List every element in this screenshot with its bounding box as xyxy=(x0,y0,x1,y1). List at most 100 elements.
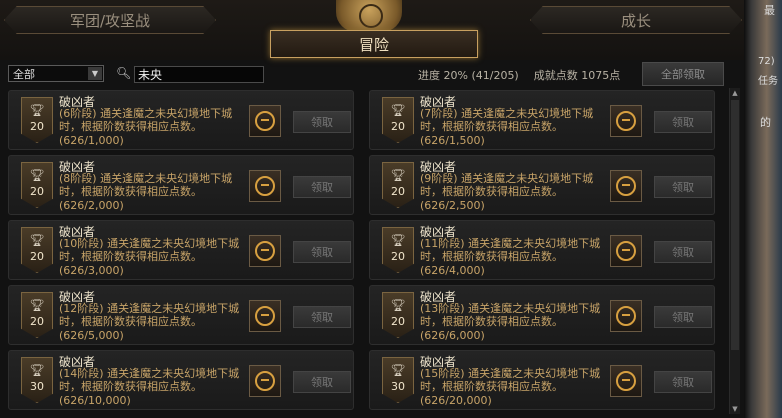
trophy-icon: 🏆︎ xyxy=(390,298,406,312)
claim-button[interactable]: 领取 xyxy=(293,111,351,133)
claim-button[interactable]: 领取 xyxy=(654,371,712,393)
claim-button[interactable]: 领取 xyxy=(293,306,351,328)
achievement-description: (13阶段) 通关逢魔之未央幻境地下城时，根据阶数获得相应点数。 xyxy=(420,302,601,328)
achievement-progress: (626/5,000) xyxy=(59,329,124,342)
achievement-points: 20 xyxy=(30,315,44,328)
search-input[interactable] xyxy=(134,66,264,83)
trophy-icon: 🏆︎ xyxy=(29,233,45,247)
tab-growth[interactable]: 成长 xyxy=(530,6,742,34)
achievement-points: 20 xyxy=(30,120,44,133)
achievement-progress: (626/10,000) xyxy=(59,394,131,407)
achievement-points: 30 xyxy=(391,380,405,393)
achievement-description: (6阶段) 通关逢魔之未央幻境地下城时，根据阶数获得相应点数。 xyxy=(59,107,233,133)
achievement-badge: 🏆︎ 20 xyxy=(382,227,414,273)
search-icon: 🔍︎ xyxy=(116,66,132,80)
achievement-badge: 🏆︎ 20 xyxy=(21,97,53,143)
achievement-description: (14阶段) 通关逢魔之未央幻境地下城时，根据阶数获得相应点数。 xyxy=(59,367,240,393)
claim-button[interactable]: 领取 xyxy=(654,241,712,263)
chevron-down-icon[interactable]: ▼ xyxy=(88,67,102,80)
reward-item-icon[interactable] xyxy=(610,105,642,137)
achievement-description: (8阶段) 通关逢魔之未央幻境地下城时，根据阶数获得相应点数。 xyxy=(59,172,233,198)
achievement-points: 20 xyxy=(391,185,405,198)
achievement-badge: 🏆︎ 20 xyxy=(382,292,414,338)
achievement-card: 🏆︎ 30 破凶者 (15阶段) 通关逢魔之未央幻境地下城时，根据阶数获得相应点数。(… xyxy=(369,350,715,410)
scroll-thumb[interactable] xyxy=(731,100,739,350)
background-text: 任务 xyxy=(758,76,778,87)
achievement-card: 🏆︎ 20 破凶者 (10阶段) 通关逢魔之未央幻境地下城时，根据阶数获得相应点数。(… xyxy=(8,220,354,280)
achievement-progress: (626/20,000) xyxy=(420,394,492,407)
achievement-progress: (626/4,000) xyxy=(420,264,485,277)
reward-item-icon[interactable] xyxy=(610,365,642,397)
achievement-card: 🏆︎ 20 破凶者 (12阶段) 通关逢魔之未央幻境地下城时，根据阶数获得相应点数。(… xyxy=(8,285,354,345)
progress-label: 进度 xyxy=(418,69,440,82)
achievement-description: (7阶段) 通关逢魔之未央幻境地下城时，根据阶数获得相应点数。 xyxy=(420,107,594,133)
reward-item-icon[interactable] xyxy=(249,365,281,397)
claim-button[interactable]: 领取 xyxy=(293,241,351,263)
progress-summary: 进度 20% (41/205) 成就点数 1075点 xyxy=(418,67,620,83)
achievement-badge: 🏆︎ 20 xyxy=(382,97,414,143)
achievement-card: 🏆︎ 30 破凶者 (14阶段) 通关逢魔之未央幻境地下城时，根据阶数获得相应点数。(… xyxy=(8,350,354,410)
achievement-card: 🏆︎ 20 破凶者 (11阶段) 通关逢魔之未央幻境地下城时，根据阶数获得相应点数。(… xyxy=(369,220,715,280)
reward-item-icon[interactable] xyxy=(249,105,281,137)
achievement-badge: 🏆︎ 20 xyxy=(21,227,53,273)
top-tab-bar: 军团/攻坚战 冒险 成长 xyxy=(0,0,744,60)
points-value: 1075点 xyxy=(581,69,621,82)
achievement-progress: (626/2,500) xyxy=(420,199,485,212)
scroll-down-icon[interactable]: ▼ xyxy=(730,404,740,414)
tab-legion-siege[interactable]: 军团/攻坚战 xyxy=(4,6,216,34)
achievement-card: 🏆︎ 20 破凶者 (8阶段) 通关逢魔之未央幻境地下城时，根据阶数获得相应点数。 (6… xyxy=(8,155,354,215)
achievement-points: 20 xyxy=(391,315,405,328)
achievement-points: 20 xyxy=(391,250,405,263)
scrollbar[interactable]: ▲ ▼ xyxy=(729,88,740,414)
game-background: 最 72) 任务 的 xyxy=(744,0,782,418)
achievement-points: 20 xyxy=(30,250,44,263)
achievement-badge: 🏆︎ 30 xyxy=(382,357,414,403)
claim-button[interactable]: 领取 xyxy=(293,176,351,198)
category-select[interactable]: 全部 ▼ xyxy=(8,65,104,82)
reward-item-icon[interactable] xyxy=(249,300,281,332)
reward-item-icon[interactable] xyxy=(249,170,281,202)
claim-button[interactable]: 领取 xyxy=(293,371,351,393)
achievement-badge: 🏆︎ 20 xyxy=(21,162,53,208)
achievement-progress: (626/1,500) xyxy=(420,134,485,147)
achievement-card: 🏆︎ 20 破凶者 (6阶段) 通关逢魔之未央幻境地下城时，根据阶数获得相应点数。 (6… xyxy=(8,90,354,150)
claim-button[interactable]: 领取 xyxy=(654,176,712,198)
achievement-points: 30 xyxy=(30,380,44,393)
reward-item-icon[interactable] xyxy=(249,235,281,267)
trophy-icon: 🏆︎ xyxy=(29,168,45,182)
trophy-icon: 🏆︎ xyxy=(390,103,406,117)
achievement-description: (10阶段) 通关逢魔之未央幻境地下城时，根据阶数获得相应点数。 xyxy=(59,237,240,263)
trophy-icon: 🏆︎ xyxy=(29,103,45,117)
trophy-icon: 🏆︎ xyxy=(29,298,45,312)
background-text: 最 xyxy=(764,4,775,17)
tab-adventure[interactable]: 冒险 xyxy=(270,30,478,58)
achievement-description: (9阶段) 通关逢魔之未央幻境地下城时，根据阶数获得相应点数。 xyxy=(420,172,594,198)
claim-button[interactable]: 领取 xyxy=(654,306,712,328)
achievement-progress: (626/6,000) xyxy=(420,329,485,342)
reward-item-icon[interactable] xyxy=(610,235,642,267)
reward-item-icon[interactable] xyxy=(610,300,642,332)
achievement-badge: 🏆︎ 20 xyxy=(21,292,53,338)
scroll-up-icon[interactable]: ▲ xyxy=(730,88,740,98)
background-text: 的 xyxy=(760,116,771,129)
achievement-badge: 🏆︎ 20 xyxy=(382,162,414,208)
trophy-icon: 🏆︎ xyxy=(390,168,406,182)
achievement-points: 20 xyxy=(391,120,405,133)
achievement-badge: 🏆︎ 30 xyxy=(21,357,53,403)
achievement-card: 🏆︎ 20 破凶者 (9阶段) 通关逢魔之未央幻境地下城时，根据阶数获得相应点数。 (6… xyxy=(369,155,715,215)
trophy-icon: 🏆︎ xyxy=(390,363,406,377)
category-emblem-icon xyxy=(336,0,402,32)
reward-item-icon[interactable] xyxy=(610,170,642,202)
points-label: 成就点数 xyxy=(533,69,578,82)
background-text: 72) xyxy=(758,56,775,67)
achievement-progress: (626/3,000) xyxy=(59,264,124,277)
achievement-description: (11阶段) 通关逢魔之未央幻境地下城时，根据阶数获得相应点数。 xyxy=(420,237,601,263)
trophy-icon: 🏆︎ xyxy=(29,363,45,377)
claim-all-button[interactable]: 全部领取 xyxy=(642,62,724,86)
achievement-card: 🏆︎ 20 破凶者 (7阶段) 通关逢魔之未央幻境地下城时，根据阶数获得相应点数。 (6… xyxy=(369,90,715,150)
achievement-description: (12阶段) 通关逢魔之未央幻境地下城时，根据阶数获得相应点数。 xyxy=(59,302,240,328)
achievement-points: 20 xyxy=(30,185,44,198)
achievement-progress: (626/1,000) xyxy=(59,134,124,147)
claim-button[interactable]: 领取 xyxy=(654,111,712,133)
achievement-progress: (626/2,000) xyxy=(59,199,124,212)
